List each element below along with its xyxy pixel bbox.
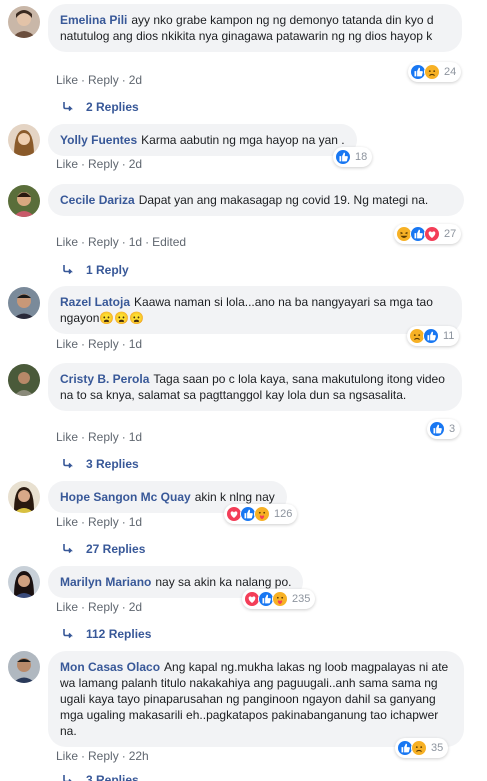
comment-text: nay sa akin ka nalang po. (155, 575, 292, 589)
view-replies-link[interactable]: 3 Replies (62, 773, 139, 781)
reply-button[interactable]: Reply (88, 430, 119, 444)
comment-author[interactable]: Cristy B. Perola (60, 372, 149, 386)
comment-text: Karma aabutin ng mga hayop na yan . (141, 133, 345, 147)
comment-actions: Like · Reply · 2d (56, 157, 143, 171)
reply-arrow-icon (63, 102, 73, 112)
like-button[interactable]: Like (56, 235, 78, 249)
reply-button[interactable]: Reply (88, 157, 119, 171)
view-replies-link[interactable]: 1 Reply (62, 263, 129, 277)
comment-timestamp[interactable]: 1d (129, 515, 142, 529)
reaction-count: 235 (292, 593, 311, 605)
comment-timestamp[interactable]: 1d (129, 337, 142, 351)
comment-timestamp[interactable]: 2d (129, 157, 142, 171)
sad-icon (411, 740, 427, 756)
like-button[interactable]: Like (56, 73, 78, 87)
reaction-summary[interactable]: 18 (333, 147, 373, 167)
comment-timestamp[interactable]: 1d (129, 430, 142, 444)
comment-author[interactable]: Hope Sangon Mc Quay (60, 490, 191, 504)
comment-text: Dapat yan ang makasagap ng covid 19. Ng … (138, 193, 429, 207)
reply-button[interactable]: Reply (88, 515, 119, 529)
avatar[interactable] (8, 651, 40, 683)
comment-bubble: Razel Latoja Kaawa naman si lola...ano na… (48, 286, 462, 334)
reply-arrow-icon (63, 265, 73, 275)
comment-bubble: Cristy B. Perola Taga saan po c lola kaya… (48, 363, 462, 411)
reaction-count: 24 (444, 66, 457, 78)
comment-actions: Like · Reply · 1d (56, 515, 143, 529)
reply-arrow-icon (63, 629, 73, 639)
comment-bubble: Emelina Pili ayy nko grabe kampon ng ng d… (48, 4, 462, 52)
avatar[interactable] (8, 185, 40, 217)
avatar[interactable] (8, 566, 40, 598)
comment-text: akin k nlng nay (194, 490, 275, 504)
comment-bubble: Cecile Dariza Dapat yan ang makasagap ng … (48, 184, 464, 216)
avatar[interactable] (8, 6, 40, 38)
view-replies-link[interactable]: 27 Replies (62, 542, 145, 556)
like-button[interactable]: Like (56, 749, 78, 763)
comment-timestamp[interactable]: 22h (129, 749, 149, 763)
sad-icon (424, 64, 440, 80)
reaction-summary[interactable]: 24 (408, 62, 462, 82)
love-icon (424, 226, 440, 242)
reaction-summary[interactable]: 27 (394, 224, 462, 244)
like-icon (423, 328, 439, 344)
reaction-summary[interactable]: 3 (427, 419, 461, 439)
like-button[interactable]: Like (56, 430, 78, 444)
like-icon (429, 421, 445, 437)
like-button[interactable]: Like (56, 157, 78, 171)
reply-button[interactable]: Reply (88, 235, 119, 249)
reply-arrow-icon (63, 775, 72, 781)
reaction-count: 27 (444, 228, 457, 240)
view-replies-link[interactable]: 2 Replies (62, 100, 139, 114)
reaction-summary[interactable]: 35 (395, 738, 449, 758)
reply-button[interactable]: Reply (88, 749, 119, 763)
comment-bubble: Yolly Fuentes Karma aabutin ng mga hayop … (48, 124, 357, 156)
comment-actions: Like · Reply · 22h (56, 749, 149, 763)
reply-button[interactable]: Reply (88, 73, 119, 87)
like-icon (335, 149, 351, 165)
comment-actions: Like · Reply · 2d (56, 600, 143, 614)
comment-author[interactable]: Yolly Fuentes (60, 133, 137, 147)
avatar[interactable] (8, 364, 40, 396)
care-icon (254, 506, 270, 522)
reaction-count: 126 (274, 508, 293, 520)
comment-actions: Like · Reply · 1d · Edited (56, 235, 187, 249)
comment-author[interactable]: Cecile Dariza (60, 193, 135, 207)
like-button[interactable]: Like (56, 515, 78, 529)
reaction-count: 18 (355, 151, 368, 163)
reply-button[interactable]: Reply (88, 600, 119, 614)
comment-author[interactable]: Marilyn Mariano (60, 575, 151, 589)
like-button[interactable]: Like (56, 337, 78, 351)
comment-bubble: Mon Casas Olaco Ang kapal ng.mukha lakas … (48, 651, 464, 747)
reaction-count: 11 (443, 330, 455, 342)
comment-actions: Like · Reply · 2d (56, 73, 143, 87)
edited-label[interactable]: Edited (152, 235, 186, 249)
comment-actions: Like · Reply · 1d (56, 337, 143, 351)
avatar[interactable] (8, 287, 40, 319)
avatar[interactable] (8, 124, 40, 156)
care-icon (272, 591, 288, 607)
comment-author[interactable]: Mon Casas Olaco (60, 660, 160, 674)
comment-timestamp[interactable]: 2d (129, 600, 142, 614)
comment-author[interactable]: Razel Latoja (60, 295, 130, 309)
view-replies-link[interactable]: 3 Replies (62, 457, 139, 471)
reply-button[interactable]: Reply (88, 337, 119, 351)
reaction-count: 35 (431, 742, 444, 754)
reply-arrow-icon (63, 544, 73, 554)
reaction-summary[interactable]: 126 (224, 504, 298, 524)
like-button[interactable]: Like (56, 600, 78, 614)
comment-timestamp[interactable]: 2d (129, 73, 142, 87)
reaction-count: 3 (449, 423, 456, 435)
comment-actions: Like · Reply · 1d (56, 430, 143, 444)
avatar[interactable] (8, 481, 40, 513)
reply-arrow-icon (63, 459, 73, 469)
reaction-summary[interactable]: 11 (407, 326, 460, 346)
comment-author[interactable]: Emelina Pili (60, 13, 127, 27)
view-replies-link[interactable]: 112 Replies (62, 627, 151, 641)
comment-timestamp[interactable]: 1d (129, 235, 142, 249)
reaction-summary[interactable]: 235 (242, 589, 316, 609)
